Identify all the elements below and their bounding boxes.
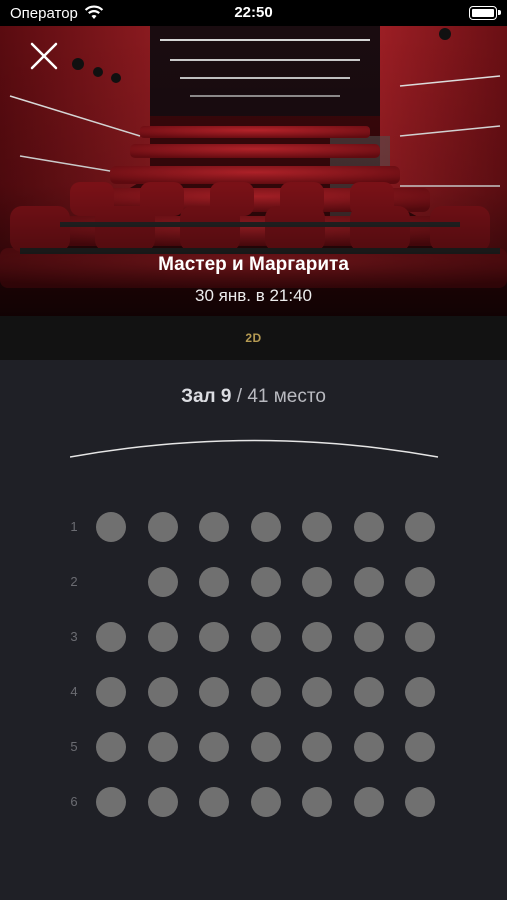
seat-button[interactable] [250,512,281,542]
hero-image: Мастер и Маргарита 30 янв. в 21:40 [0,26,507,316]
seat-button[interactable] [405,622,435,652]
row-label: 5 [70,739,78,754]
format-label: 2D [245,331,262,345]
seat-button[interactable] [405,567,435,597]
seat-button[interactable] [353,732,384,762]
seat-button[interactable] [96,512,126,542]
seat-button[interactable] [302,732,332,762]
seat-button[interactable] [405,677,435,707]
seat-button[interactable] [405,512,435,542]
seat-button[interactable] [250,787,281,817]
seat-button[interactable] [353,512,384,542]
seat-button[interactable] [250,622,281,652]
seat-button[interactable] [147,787,178,817]
hall-name: Зал 9 [181,386,232,407]
seat-button[interactable] [199,567,229,597]
seat-button[interactable] [250,567,281,597]
seat-button[interactable] [302,787,332,817]
seat-button[interactable] [96,677,126,707]
hall-info: Зал 9 / 41 место [0,386,507,408]
seat-button[interactable] [147,567,178,597]
row-label: 6 [70,794,78,809]
seat-button[interactable] [199,787,229,817]
seat-button[interactable] [147,622,178,652]
hall-separator: / [231,386,248,407]
seat-button[interactable] [302,512,332,542]
screen-arc [70,439,439,458]
battery-icon [469,6,501,20]
seat-button[interactable] [405,787,435,817]
row-label: 1 [70,519,78,534]
seat-button[interactable] [250,677,281,707]
row-label: 3 [70,629,78,644]
seat-button[interactable] [199,622,229,652]
seat-button[interactable] [302,622,332,652]
seat-button[interactable] [353,567,384,597]
seat-button[interactable] [147,732,178,762]
seat-button[interactable] [147,677,178,707]
row-label: 4 [70,684,78,699]
seat-button[interactable] [353,677,384,707]
seat-button[interactable] [405,732,435,762]
close-icon[interactable] [28,40,60,72]
format-bar: 2D [0,316,507,360]
showtime: 30 янв. в 21:40 [195,286,312,305]
seat-button[interactable] [147,512,178,542]
status-bar: Оператор 22:50 [0,0,507,26]
seat-button[interactable] [302,677,332,707]
seat-button[interactable] [302,567,332,597]
seat-button[interactable] [199,732,229,762]
seat-button[interactable] [96,622,126,652]
seat-button[interactable] [199,512,229,542]
seat-button[interactable] [96,787,126,817]
seat-button[interactable] [199,677,229,707]
status-time: 22:50 [234,4,273,21]
seat-button[interactable] [96,732,126,762]
seat-button[interactable] [353,787,384,817]
hall-seat-count: 41 место [247,386,326,407]
seat-button[interactable] [353,622,384,652]
seat-button[interactable] [250,732,281,762]
row-label: 2 [70,574,78,589]
movie-title: Мастер и Маргарита [158,254,349,275]
